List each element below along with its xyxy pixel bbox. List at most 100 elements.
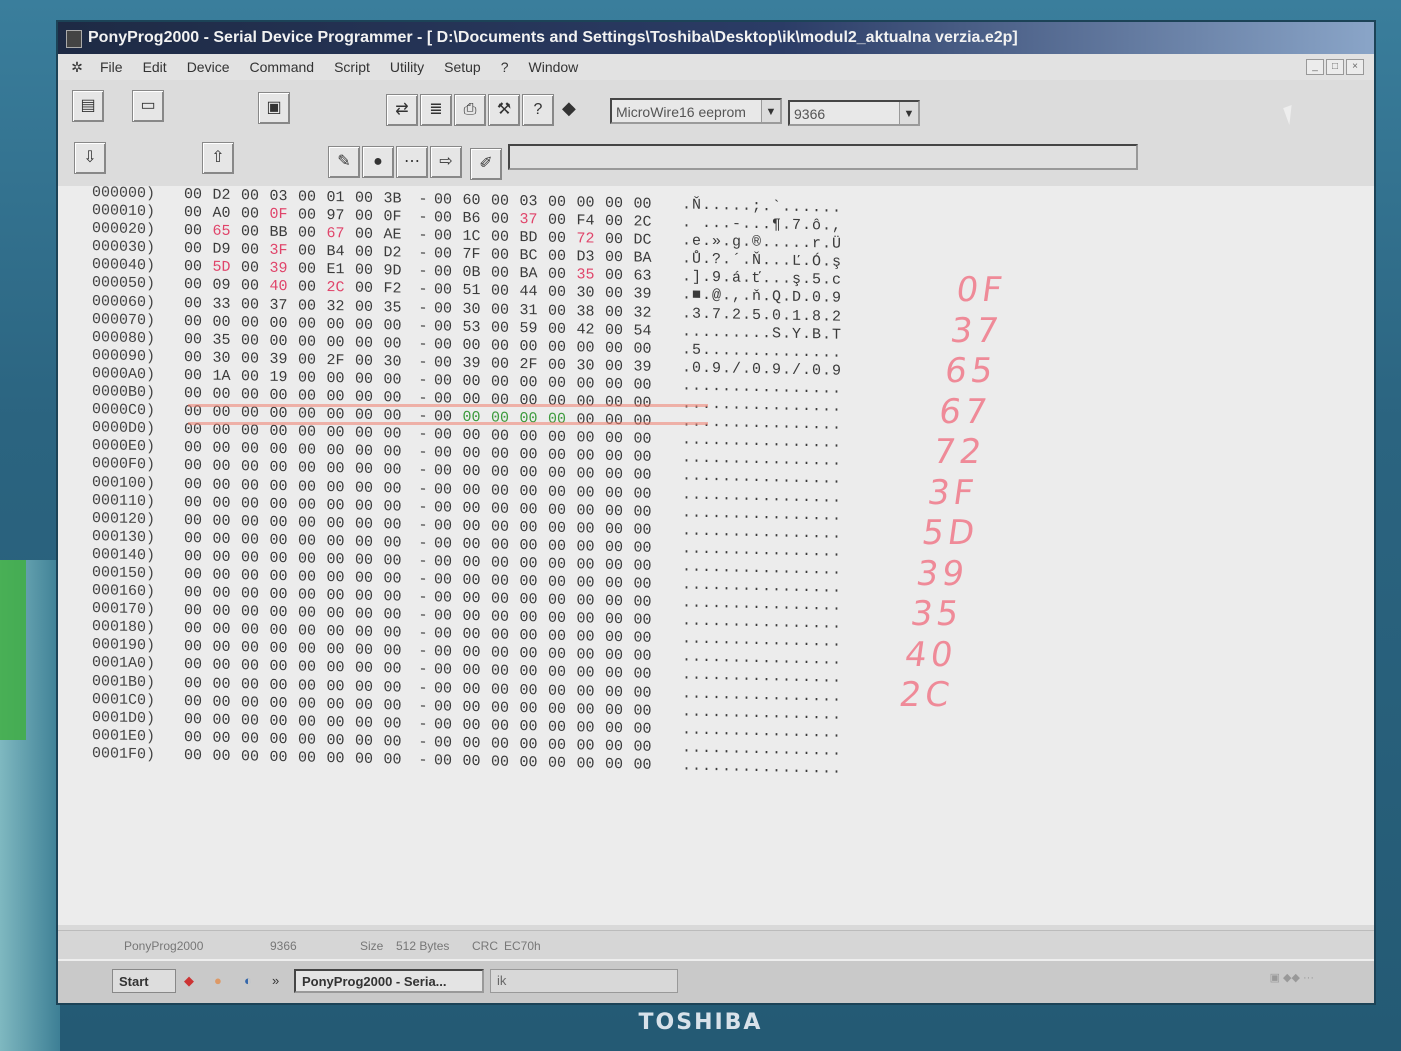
menu-utility[interactable]: Utility: [380, 59, 434, 75]
hex-byte[interactable]: 00: [491, 609, 520, 628]
hex-byte[interactable]: 00: [520, 609, 549, 628]
hex-byte[interactable]: 00: [184, 295, 213, 314]
hex-byte[interactable]: 00: [491, 590, 520, 609]
hex-byte[interactable]: 00: [213, 711, 242, 730]
hex-byte[interactable]: 00: [577, 737, 606, 756]
hex-byte[interactable]: BD: [520, 229, 549, 248]
hex-byte[interactable]: 00: [270, 694, 299, 713]
hex-byte[interactable]: 00: [463, 717, 492, 736]
hex-byte[interactable]: 00: [184, 693, 213, 712]
hex-byte[interactable]: 30: [577, 357, 606, 376]
hex-byte[interactable]: 00: [577, 466, 606, 485]
hex-byte[interactable]: 00: [434, 698, 463, 717]
hex-byte[interactable]: 00: [270, 586, 299, 605]
hex-byte[interactable]: 00: [241, 603, 270, 622]
hex-byte[interactable]: 00: [213, 729, 242, 748]
hex-byte[interactable]: 00: [241, 440, 270, 459]
hex-byte[interactable]: 00: [548, 537, 577, 556]
hex-byte[interactable]: 00: [384, 661, 413, 680]
hex-byte[interactable]: 00: [463, 337, 492, 356]
hex-byte[interactable]: 00: [520, 573, 549, 592]
hex-byte[interactable]: 33: [213, 295, 242, 314]
hex-byte[interactable]: 00: [355, 425, 384, 444]
hex-byte[interactable]: 00: [184, 620, 213, 639]
hex-byte[interactable]: 00: [355, 678, 384, 697]
hex-byte[interactable]: 00: [463, 698, 492, 717]
hex-byte[interactable]: 00: [213, 585, 242, 604]
hex-byte[interactable]: 5D: [213, 259, 242, 278]
hex-byte[interactable]: 00: [241, 422, 270, 441]
hex-byte[interactable]: 00: [434, 227, 463, 246]
hex-byte[interactable]: 00: [491, 391, 520, 410]
chevron-down-icon[interactable]: ▼: [761, 100, 780, 122]
hex-byte[interactable]: 00: [270, 314, 299, 333]
hex-byte[interactable]: 00: [355, 298, 384, 317]
hex-byte[interactable]: 00: [491, 410, 520, 429]
hex-byte[interactable]: 00: [605, 195, 634, 214]
hex-byte[interactable]: 00: [491, 554, 520, 573]
hex-byte[interactable]: 00: [241, 495, 270, 514]
start-button[interactable]: Start: [112, 969, 176, 993]
hex-byte[interactable]: 00: [605, 285, 634, 304]
hex-byte[interactable]: 00: [491, 229, 520, 248]
hex-byte[interactable]: 00: [463, 445, 492, 464]
hex-byte[interactable]: 00: [384, 534, 413, 553]
hex-byte[interactable]: 00: [327, 677, 356, 696]
hex-byte[interactable]: 00: [548, 483, 577, 502]
hex-byte[interactable]: 00: [213, 548, 242, 567]
hex-byte[interactable]: 00: [520, 428, 549, 447]
hex-byte[interactable]: 00: [184, 222, 213, 241]
hex-byte[interactable]: 00: [270, 387, 299, 406]
hex-byte[interactable]: 00: [241, 585, 270, 604]
hex-byte[interactable]: 00: [520, 591, 549, 610]
hex-byte[interactable]: 00: [241, 314, 270, 333]
hex-byte[interactable]: 00: [463, 499, 492, 518]
hex-byte[interactable]: 00: [184, 656, 213, 675]
hex-byte[interactable]: 00: [434, 481, 463, 500]
hex-byte[interactable]: 00: [270, 749, 299, 768]
hex-byte[interactable]: 00: [184, 494, 213, 513]
hex-byte[interactable]: 7F: [463, 246, 492, 265]
hex-byte[interactable]: 00: [241, 296, 270, 315]
hex-byte[interactable]: 0F: [270, 206, 299, 225]
hex-byte[interactable]: 00: [241, 386, 270, 405]
menu-command[interactable]: Command: [239, 59, 324, 75]
hex-byte[interactable]: 00: [548, 356, 577, 375]
hex-byte[interactable]: 00: [434, 354, 463, 373]
hex-byte[interactable]: 00: [184, 512, 213, 531]
hex-byte[interactable]: 00: [548, 664, 577, 683]
hex-byte[interactable]: 32: [327, 298, 356, 317]
hex-byte[interactable]: 03: [520, 193, 549, 212]
hex-byte[interactable]: 00: [463, 626, 492, 645]
hex-byte[interactable]: 00: [605, 701, 634, 720]
hex-byte[interactable]: 00: [355, 461, 384, 480]
hex-byte[interactable]: 00: [384, 498, 413, 517]
hex-byte[interactable]: 38: [577, 303, 606, 322]
hex-byte[interactable]: 00: [327, 334, 356, 353]
hex-byte[interactable]: 00: [491, 735, 520, 754]
hex-byte[interactable]: 00: [298, 586, 327, 605]
hex-byte[interactable]: 00: [270, 658, 299, 677]
hex-byte[interactable]: 00: [184, 711, 213, 730]
hex-byte[interactable]: 00: [434, 209, 463, 228]
hex-byte[interactable]: 00: [605, 249, 634, 268]
hex-byte[interactable]: 00: [270, 731, 299, 750]
hex-byte[interactable]: 00: [298, 460, 327, 479]
hex-byte[interactable]: 00: [577, 556, 606, 575]
hex-byte[interactable]: 00: [605, 376, 634, 395]
hex-byte[interactable]: 00: [491, 645, 520, 664]
hex-byte[interactable]: 1C: [463, 228, 492, 247]
hex-byte[interactable]: 30: [384, 353, 413, 372]
note-edit-icon[interactable]: ✐: [470, 148, 502, 180]
hex-byte[interactable]: 00: [298, 243, 327, 262]
hex-byte[interactable]: 00: [491, 265, 520, 284]
hex-byte[interactable]: 00: [491, 572, 520, 591]
hex-byte[interactable]: 00: [577, 665, 606, 684]
hex-byte[interactable]: 00: [355, 352, 384, 371]
hex-byte[interactable]: 00: [355, 660, 384, 679]
menu-device[interactable]: Device: [177, 59, 240, 75]
hex-byte[interactable]: 00: [184, 313, 213, 332]
hex-byte[interactable]: 00: [434, 282, 463, 301]
hex-byte[interactable]: 19: [270, 369, 299, 388]
hex-byte[interactable]: 00: [241, 205, 270, 224]
